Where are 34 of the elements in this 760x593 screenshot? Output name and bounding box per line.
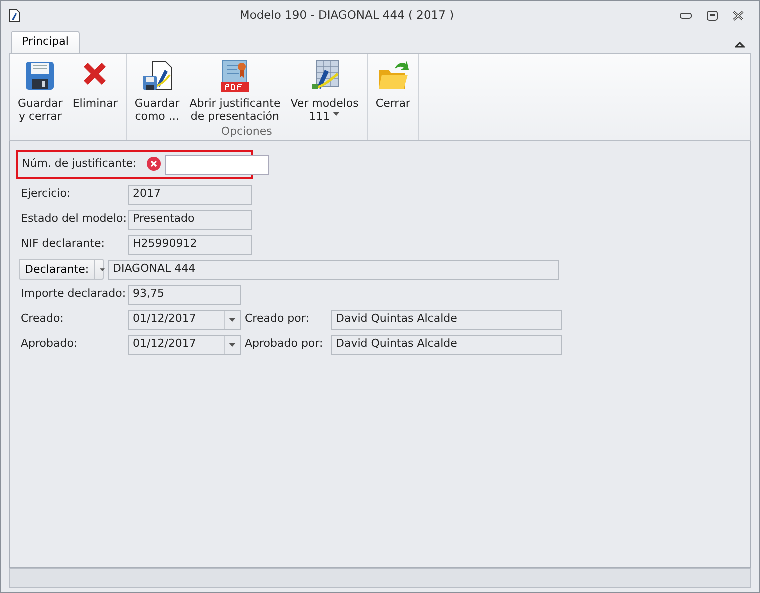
declarant-dropdown[interactable]: Declarante: (19, 259, 104, 280)
pdf-document-icon (219, 60, 252, 92)
ribbon-button[interactable]: Guardar y cerrar (13, 56, 68, 124)
maximize-icon (706, 11, 718, 21)
field-label: Ejercicio: (20, 186, 72, 202)
minimize-icon (680, 13, 692, 19)
window-title: Modelo 190 - DIAGONAL 444 ( 2017 ) (238, 7, 456, 24)
chevron-up-icon (735, 40, 745, 48)
ribbon-button[interactable]: Ver modelos 111 (286, 56, 364, 124)
ribbon-button[interactable]: Abrir justificante de presentación (184, 56, 286, 124)
field-label: NIF declarante: (20, 236, 106, 252)
error-icon (146, 157, 161, 172)
date-field[interactable]: 01/12/2017 (128, 334, 241, 354)
ribbon-button[interactable]: Cerrar (370, 56, 416, 124)
group-label: Opciones (220, 124, 274, 140)
field-label: Creado: (20, 311, 65, 328)
field-label: Creado por: (245, 311, 310, 328)
ribbon-tab[interactable]: Principal (11, 31, 80, 53)
close-icon (732, 11, 744, 21)
caret-icon (229, 318, 236, 322)
ribbon-button[interactable]: Guardar como ... (130, 56, 185, 124)
field-label: Aprobado: (20, 336, 79, 352)
date-field[interactable]: 01/12/2017 (128, 310, 241, 330)
folder-arrow-icon (377, 60, 410, 92)
caret-icon (100, 268, 106, 272)
field-label: Importe declarado: (20, 286, 124, 302)
app-icon (9, 8, 21, 23)
field-label: Estado del modelo: (20, 211, 124, 228)
document-save-icon (141, 60, 174, 92)
input-field[interactable] (164, 154, 269, 174)
field-label: Aprobado por: (245, 336, 324, 352)
field-label: Núm. de justificante: (21, 156, 137, 172)
caret-icon (229, 342, 236, 346)
ribbon-button[interactable]: Eliminar (68, 56, 123, 124)
